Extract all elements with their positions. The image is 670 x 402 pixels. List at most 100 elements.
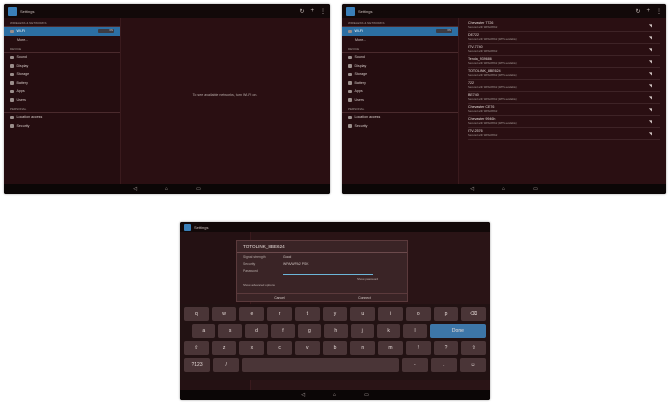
emoji-key[interactable]: ☺ — [459, 358, 487, 372]
wifi-toggle[interactable]: ON — [98, 29, 114, 34]
network-item[interactable]: ITV-7740 Secured with WPA/WPA2 ◥ — [468, 44, 660, 56]
sidebar-item-storage[interactable]: Storage — [342, 70, 458, 79]
sidebar-item-security[interactable]: Security — [4, 122, 120, 131]
network-ssid: TOTOLINK_8BE624 — [468, 69, 501, 73]
network-item[interactable]: BE740 Secured with WPA/WPA2 (WPS availabl… — [468, 92, 660, 104]
key-n[interactable]: n — [350, 341, 376, 355]
sidebar-item-wifi[interactable]: Wi-Fi ON — [342, 27, 458, 36]
key-v[interactable]: v — [294, 341, 320, 355]
sidebar-item-display[interactable]: Display — [4, 62, 120, 71]
space-key[interactable] — [242, 358, 399, 372]
sidebar-item-storage[interactable]: Storage — [4, 70, 120, 79]
password-input[interactable] — [283, 269, 373, 275]
key-period[interactable]: . — [430, 358, 457, 372]
recents-icon[interactable]: ▭ — [533, 186, 538, 192]
settings-content: TOTOLINK_8BE624 Signal strength Good Sec… — [180, 232, 490, 390]
refresh-icon[interactable]: ↻ — [299, 8, 304, 15]
network-security: Secured with WPA/WPA2 (WPS available) — [468, 38, 517, 41]
key-b[interactable]: b — [322, 341, 348, 355]
wifi-signal-icon: ◥ — [648, 83, 652, 88]
section-header-personal: PERSONAL — [4, 104, 120, 113]
key-p[interactable]: p — [433, 307, 459, 321]
network-item[interactable]: DE722 Secured with WPA/WPA2 (WPS availabl… — [468, 32, 660, 44]
wifi-toggle[interactable]: ON — [436, 29, 452, 34]
connect-button[interactable]: Connect — [322, 294, 407, 302]
shift-key[interactable]: ⇧ — [184, 341, 209, 355]
sidebar-item-battery[interactable]: Battery — [4, 79, 120, 88]
advanced-options-checkbox[interactable]: Show advanced options — [237, 281, 407, 289]
network-item[interactable]: Chevaster 9946h Secured with WPA/WPA2 (WP… — [468, 116, 660, 128]
key-dash[interactable]: - — [401, 358, 428, 372]
network-item[interactable]: Tenda_939686 Secured with WPA/WPA2 (WPS a… — [468, 56, 660, 68]
key-y[interactable]: y — [322, 307, 348, 321]
key-s[interactable]: s — [218, 324, 242, 338]
sidebar-item-more[interactable]: More... — [342, 36, 458, 45]
network-item[interactable]: Chevaster 7726 Secured with WPA/WPA2 ◥ — [468, 20, 660, 32]
key-x[interactable]: x — [239, 341, 265, 355]
sidebar-item-sound[interactable]: Sound — [4, 53, 120, 62]
sidebar-item-users[interactable]: Users — [342, 96, 458, 105]
key-f[interactable]: f — [271, 324, 295, 338]
key-c[interactable]: c — [267, 341, 292, 355]
sidebar-item-wifi[interactable]: Wi-Fi ON — [4, 27, 120, 36]
section-header-wireless: WIRELESS & NETWORKS — [4, 18, 120, 27]
key-m[interactable]: m — [378, 341, 403, 355]
backspace-key[interactable]: ⌫ — [461, 307, 487, 321]
key-z[interactable]: z — [211, 341, 237, 355]
sidebar-item-security[interactable]: Security — [342, 122, 458, 131]
key-o[interactable]: o — [405, 307, 431, 321]
key-i[interactable]: i — [378, 307, 403, 321]
add-icon[interactable]: + — [310, 8, 314, 15]
key-r[interactable]: r — [267, 307, 292, 321]
key-u[interactable]: u — [350, 307, 376, 321]
key-e[interactable]: e — [239, 307, 265, 321]
sidebar-item-display[interactable]: Display — [342, 62, 458, 71]
wifi-icon — [10, 29, 14, 33]
key-d[interactable]: d — [244, 324, 269, 338]
back-icon[interactable]: ◁ — [470, 186, 474, 192]
network-item[interactable]: Chevaster CE76 Secured with WPA/WPA2 ◥ — [468, 104, 660, 116]
back-icon[interactable]: ◁ — [133, 186, 137, 192]
back-icon[interactable]: ◁ — [301, 392, 305, 398]
sidebar-item-more[interactable]: More... — [4, 36, 120, 45]
network-item[interactable]: 722 Secured with WPA/WPA2 (WPS available)… — [468, 80, 660, 92]
add-icon[interactable]: + — [646, 8, 650, 15]
password-row: Password — [237, 267, 407, 276]
settings-content: WIRELESS & NETWORKS Wi-Fi ON More... DEV… — [4, 18, 330, 184]
key-l[interactable]: l — [403, 324, 427, 338]
sidebar-item-location[interactable]: Location access — [342, 113, 458, 122]
overflow-menu-icon[interactable]: ⋮ — [320, 8, 326, 15]
home-icon[interactable]: ⌂ — [502, 186, 505, 192]
sidebar-item-battery[interactable]: Battery — [342, 79, 458, 88]
symbols-key[interactable]: ?123 — [184, 358, 211, 372]
refresh-icon[interactable]: ↻ — [635, 8, 640, 15]
network-item[interactable]: ITV-2576 Secured with WPA/WPA2 ◥ — [468, 128, 660, 140]
sidebar-item-apps[interactable]: Apps — [342, 87, 458, 96]
sidebar-item-sound[interactable]: Sound — [342, 53, 458, 62]
network-ssid: ITV-7740 — [468, 45, 483, 49]
key-w[interactable]: w — [211, 307, 237, 321]
storage-icon — [10, 72, 14, 76]
key-slash[interactable]: / — [213, 358, 240, 372]
cancel-button[interactable]: Cancel — [237, 294, 322, 302]
key-t[interactable]: t — [294, 307, 320, 321]
done-key[interactable]: Done — [429, 324, 486, 338]
key-h[interactable]: h — [324, 324, 348, 338]
overflow-menu-icon[interactable]: ⋮ — [656, 8, 662, 15]
key-k[interactable]: k — [376, 324, 401, 338]
recents-icon[interactable]: ▭ — [196, 186, 201, 192]
sidebar-item-location[interactable]: Location access — [4, 113, 120, 122]
sidebar-item-apps[interactable]: Apps — [4, 87, 120, 96]
sidebar-item-users[interactable]: Users — [4, 96, 120, 105]
home-icon[interactable]: ⌂ — [333, 392, 336, 398]
network-item[interactable]: TOTOLINK_8BE624 Secured with WPA/WPA2 (WP… — [468, 68, 660, 80]
home-icon[interactable]: ⌂ — [165, 186, 168, 192]
recents-icon[interactable]: ▭ — [364, 392, 369, 398]
key-a[interactable]: a — [192, 324, 216, 338]
shift-key-right[interactable]: ⇧ — [461, 341, 487, 355]
key-exclamation[interactable]: ! — [405, 341, 431, 355]
key-g[interactable]: g — [297, 324, 322, 338]
key-j[interactable]: j — [350, 324, 374, 338]
key-question[interactable]: ? — [433, 341, 459, 355]
key-q[interactable]: q — [184, 307, 209, 321]
